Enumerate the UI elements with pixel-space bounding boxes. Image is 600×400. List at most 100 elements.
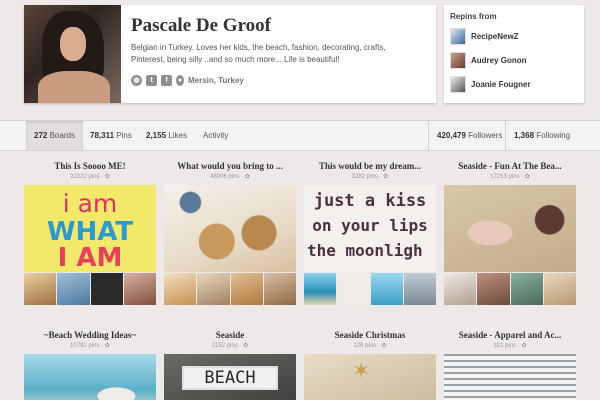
board-card[interactable]: What would you bring to ... 48006 pins ·… bbox=[164, 161, 296, 305]
tab-activity[interactable]: Activity bbox=[203, 121, 228, 150]
board-title[interactable]: This Is Soooo ME! bbox=[24, 161, 156, 171]
board-thumbnails bbox=[24, 273, 156, 305]
board-thumbnail[interactable] bbox=[24, 273, 57, 305]
board-thumbnail[interactable] bbox=[230, 273, 263, 305]
board-card[interactable]: This Is Soooo ME! 22222 pins · ✿ i am WH… bbox=[24, 161, 156, 305]
board-title[interactable]: Seaside - Apparel and Ac... bbox=[444, 330, 576, 340]
board-pin-count: 321 pins · ✿ bbox=[493, 343, 527, 349]
board-thumbnail[interactable] bbox=[263, 273, 296, 305]
board-pins: 126 pins bbox=[353, 343, 377, 349]
profile-card: Pascale De Groof Belgian in Turkey. Love… bbox=[24, 5, 436, 103]
repin-user-name[interactable]: Joanie Fougner bbox=[471, 80, 531, 89]
profile-bio: Belgian in Turkey. Loves her kids, the b… bbox=[131, 43, 386, 64]
board-card[interactable]: Seaside 2152 pins · ✿ BEACH bbox=[164, 330, 296, 400]
avatar[interactable] bbox=[24, 5, 121, 103]
board-pins: 17253 pins bbox=[490, 174, 520, 180]
board-cover[interactable] bbox=[444, 354, 576, 400]
board-icon: ✿ bbox=[104, 174, 110, 180]
board-thumbnail[interactable] bbox=[123, 273, 156, 305]
board-thumbnail[interactable] bbox=[164, 273, 197, 305]
board-thumbnail[interactable] bbox=[543, 273, 576, 305]
board-cover[interactable]: BEACH bbox=[164, 354, 296, 400]
board-icon: ✿ bbox=[381, 343, 387, 349]
repin-user[interactable]: Joanie Fougner bbox=[450, 75, 578, 93]
board-pin-count: 48006 pins · ✿ bbox=[210, 174, 250, 180]
globe-icon[interactable]: ◍ bbox=[131, 75, 142, 86]
board-thumbnail[interactable] bbox=[477, 273, 510, 305]
profile-location: Mersin, Turkey bbox=[188, 76, 244, 85]
board-thumbnails bbox=[164, 273, 296, 305]
repin-avatar[interactable] bbox=[450, 27, 466, 45]
location-pin-icon: ● bbox=[176, 75, 184, 86]
board-thumbnail[interactable] bbox=[370, 273, 403, 305]
cover-line: just a kiss bbox=[313, 191, 427, 211]
board-cover[interactable] bbox=[164, 185, 296, 272]
board-cover[interactable]: i am WHAT I AM bbox=[24, 185, 156, 272]
board-thumbnails bbox=[304, 273, 436, 305]
tab-followers[interactable]: 420,479 Followers bbox=[437, 121, 502, 150]
board-thumbnail[interactable] bbox=[197, 273, 230, 305]
board-card[interactable]: Seaside - Apparel and Ac... 321 pins · ✿ bbox=[444, 330, 576, 400]
board-thumbnail[interactable] bbox=[510, 273, 543, 305]
board-thumbnail[interactable] bbox=[57, 273, 90, 305]
board-card[interactable]: ~Beach Wedding Ideas~ 10792 pins · ✿ bbox=[24, 330, 156, 400]
board-cover[interactable] bbox=[444, 185, 576, 272]
board-cover[interactable]: just a kiss on your lips the moonligh bbox=[304, 185, 436, 272]
avatar-shoulder bbox=[38, 71, 110, 103]
board-title[interactable]: What would you bring to ... bbox=[164, 161, 296, 171]
repin-user[interactable]: RecipeNewZ bbox=[450, 27, 578, 45]
repin-user-name[interactable]: RecipeNewZ bbox=[471, 32, 519, 41]
following-count: 1,368 bbox=[514, 131, 535, 140]
pins-count: 78,311 bbox=[90, 131, 115, 140]
tab-likes[interactable]: 2,155 Likes bbox=[146, 121, 187, 150]
repin-user[interactable]: Audrey Gonon bbox=[450, 51, 578, 69]
profile-name: Pascale De Groof bbox=[131, 15, 271, 36]
cover-line: the moonligh bbox=[307, 241, 423, 260]
board-thumbnail[interactable] bbox=[337, 273, 370, 305]
cover-line: BEACH bbox=[182, 366, 278, 390]
board-title[interactable]: This would be my dream... bbox=[304, 161, 436, 171]
board-title[interactable]: Seaside bbox=[164, 330, 296, 340]
boards-count: 272 bbox=[34, 131, 48, 140]
twitter-icon[interactable]: t bbox=[146, 75, 157, 86]
repins-title: Repins from bbox=[450, 12, 497, 21]
activity-label: Activity bbox=[203, 131, 229, 140]
cover-line: on your lips bbox=[312, 216, 428, 235]
board-pins: 48006 pins bbox=[210, 174, 240, 180]
board-pin-count: 10792 pins · ✿ bbox=[70, 343, 110, 349]
board-icon: ✿ bbox=[521, 343, 527, 349]
board-pins: 321 pins bbox=[493, 343, 517, 349]
board-pins: 22222 pins bbox=[70, 174, 100, 180]
board-icon: ✿ bbox=[524, 174, 530, 180]
repins-card: Repins from RecipeNewZ Audrey Gonon Joan… bbox=[444, 5, 584, 103]
stats-divider bbox=[428, 121, 429, 150]
repin-avatar[interactable] bbox=[450, 51, 466, 69]
board-thumbnail[interactable] bbox=[403, 273, 436, 305]
repin-user-name[interactable]: Audrey Gonon bbox=[471, 56, 527, 65]
board-cover[interactable]: ✶ bbox=[304, 354, 436, 400]
repin-avatar[interactable] bbox=[450, 75, 466, 93]
followers-count: 420,479 bbox=[437, 131, 466, 140]
tab-following[interactable]: 1,368 Following bbox=[514, 121, 570, 150]
avatar-face bbox=[60, 27, 86, 61]
profile-info: Pascale De Groof Belgian in Turkey. Love… bbox=[121, 5, 436, 103]
board-title[interactable]: Seaside - Fun At The Bea... bbox=[444, 161, 576, 171]
board-cover[interactable] bbox=[24, 354, 156, 400]
cover-line: i am bbox=[62, 189, 118, 218]
board-thumbnail[interactable] bbox=[90, 273, 123, 305]
star-icon: ✶ bbox=[352, 358, 371, 383]
board-title[interactable]: Seaside Christmas bbox=[304, 330, 436, 340]
board-pins: 2152 pins bbox=[211, 343, 238, 349]
tab-pins[interactable]: 78,311 Pins bbox=[90, 121, 132, 150]
board-thumbnail[interactable] bbox=[304, 273, 337, 305]
board-card[interactable]: Seaside - Fun At The Bea... 17253 pins ·… bbox=[444, 161, 576, 305]
tab-boards[interactable]: 272 Boards bbox=[26, 121, 83, 150]
board-card[interactable]: This would be my dream... 3282 pins · ✿ … bbox=[304, 161, 436, 305]
board-card[interactable]: Seaside Christmas 126 pins · ✿ ✶ bbox=[304, 330, 436, 400]
likes-label: Likes bbox=[168, 131, 187, 140]
facebook-icon[interactable]: f bbox=[161, 75, 172, 86]
board-thumbnails bbox=[444, 273, 576, 305]
board-thumbnail[interactable] bbox=[444, 273, 477, 305]
board-title[interactable]: ~Beach Wedding Ideas~ bbox=[24, 330, 156, 340]
board-pins: 3282 pins bbox=[351, 174, 378, 180]
